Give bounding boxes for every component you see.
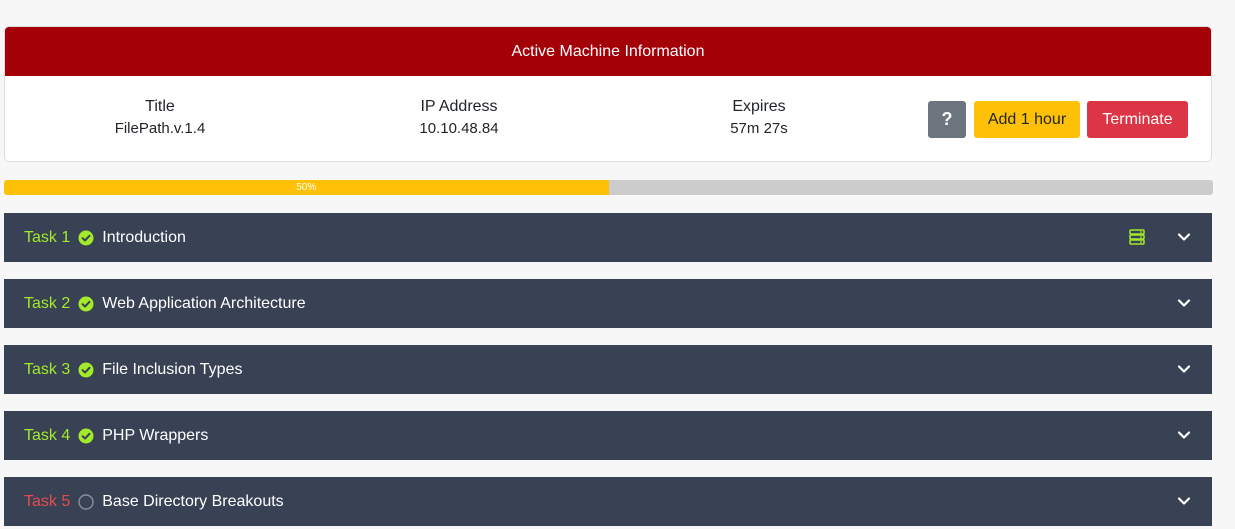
task-title: Base Directory Breakouts — [102, 492, 284, 510]
chevron-down-icon[interactable] — [1176, 229, 1192, 245]
task-number: Task 2 — [24, 294, 71, 312]
help-button[interactable]: ? — [928, 101, 966, 138]
chevron-down-icon[interactable] — [1176, 295, 1192, 311]
room-progress-fill: 50% — [4, 180, 609, 195]
machine-card-header: Active Machine Information — [5, 27, 1211, 76]
task-title: File Inclusion Types — [102, 360, 243, 378]
task-number: Task 5 — [24, 492, 71, 510]
check-circle-icon — [78, 428, 94, 444]
machine-ip-column: IP Address 10.10.48.84 — [359, 97, 559, 141]
machine-title-column: Title FilePath.v.1.4 — [60, 97, 260, 141]
add-hour-button[interactable]: Add 1 hour — [974, 101, 1080, 138]
task-number: Task 3 — [24, 360, 71, 378]
task-number: Task 4 — [24, 426, 71, 444]
chevron-down-icon[interactable] — [1176, 427, 1192, 443]
task-title: PHP Wrappers — [102, 426, 209, 444]
machine-expires-label: Expires — [732, 98, 786, 115]
task-title: Introduction — [102, 228, 186, 246]
empty-circle-icon — [78, 493, 94, 510]
machine-title-value: FilePath.v.1.4 — [114, 120, 206, 137]
machine-ip-value: 10.10.48.84 — [419, 120, 499, 137]
task-row[interactable]: Task 4 PHP Wrappers — [4, 411, 1212, 460]
machine-expires-column: Expires 57m 27s — [659, 97, 859, 141]
chevron-down-icon[interactable] — [1176, 361, 1192, 377]
machine-card-body: Title FilePath.v.1.4 IP Address 10.10.48… — [5, 76, 1211, 161]
machine-title-label: Title — [145, 98, 175, 115]
server-icon[interactable] — [1128, 228, 1146, 246]
task-title: Web Application Architecture — [102, 294, 306, 312]
task-row[interactable]: Task 1 Introduction — [4, 213, 1212, 262]
task-row[interactable]: Task 2 Web Application Architecture — [4, 279, 1212, 328]
task-row[interactable]: Task 3 File Inclusion Types — [4, 345, 1212, 394]
active-machine-card: Active Machine Information Title FilePat… — [4, 26, 1212, 162]
check-circle-icon — [78, 230, 94, 246]
machine-ip-label: IP Address — [420, 98, 498, 115]
room-progress-bar: 50% — [4, 180, 1213, 195]
task-row[interactable]: Task 5 Base Directory Breakouts — [4, 477, 1212, 526]
check-circle-icon — [78, 362, 94, 378]
machine-expires-value: 57m 27s — [730, 120, 788, 137]
task-number: Task 1 — [24, 228, 71, 246]
chevron-down-icon[interactable] — [1176, 493, 1192, 509]
check-circle-icon — [78, 296, 94, 312]
terminate-button[interactable]: Terminate — [1087, 101, 1188, 138]
